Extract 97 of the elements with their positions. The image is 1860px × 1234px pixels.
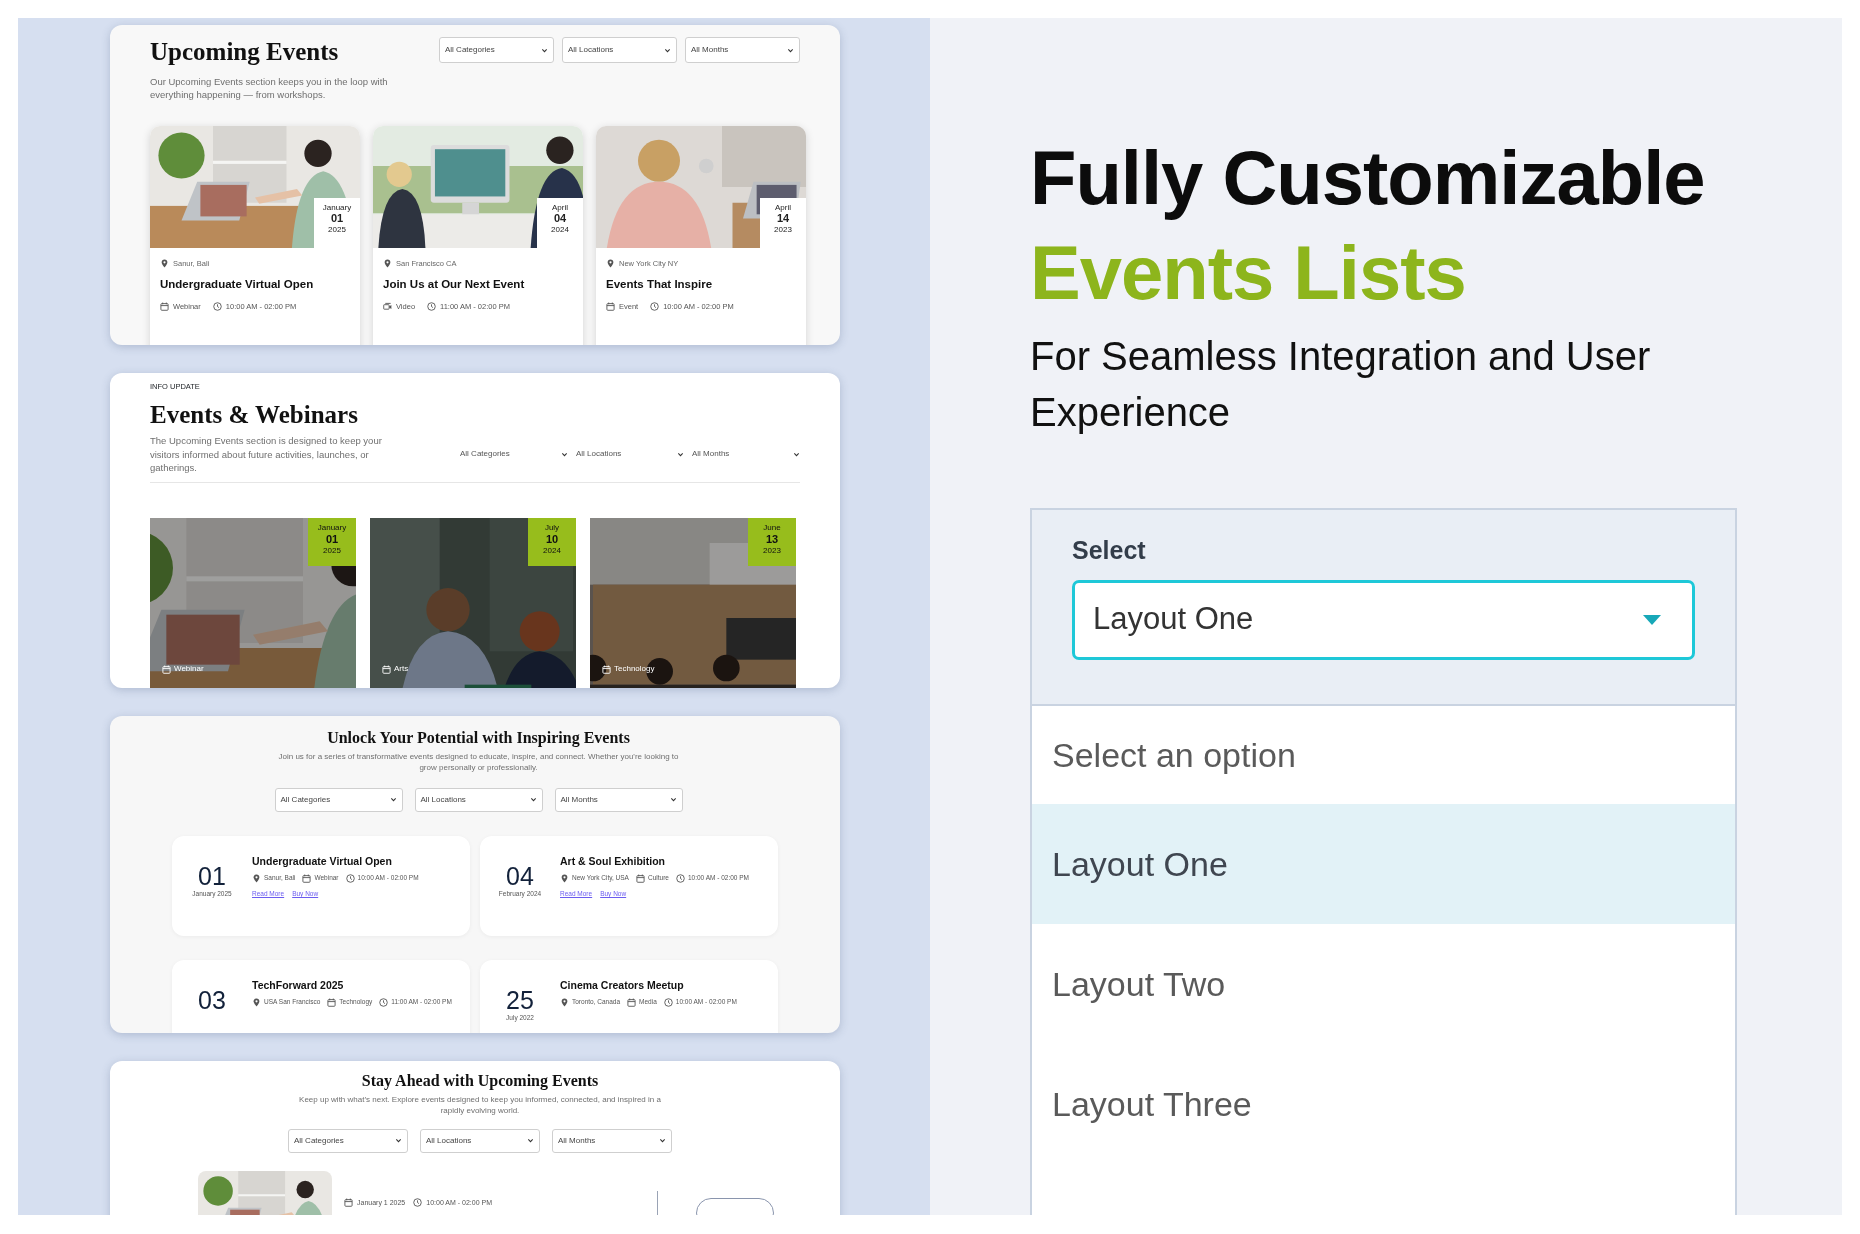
event-title: Undergraduate Virtual Open bbox=[252, 853, 393, 869]
event-title: Undergraduate Virtual Open bbox=[160, 276, 315, 292]
chevron-icon bbox=[541, 46, 548, 54]
event-day: 04 bbox=[480, 863, 560, 889]
chevron-icon bbox=[793, 450, 800, 458]
chevron-icon bbox=[669, 796, 677, 804]
calendar-icon bbox=[602, 664, 611, 674]
date-day: 14 bbox=[760, 212, 806, 226]
pin-icon bbox=[252, 873, 261, 883]
category-text: Webinar bbox=[174, 663, 204, 676]
event-title: TechForward 2025 bbox=[252, 977, 345, 993]
event-title: Join Us at Our Next Event bbox=[383, 276, 526, 292]
calendar-icon bbox=[606, 302, 615, 312]
month-dropdown[interactable]: All Months bbox=[685, 37, 800, 63]
date-month: January bbox=[322, 202, 352, 212]
date-day: 01 bbox=[314, 212, 360, 226]
date-year: 2024 bbox=[543, 545, 561, 555]
caret-icon bbox=[1642, 613, 1662, 626]
date-year: 2023 bbox=[763, 545, 781, 555]
section-description: Join us for a series of transformative events designed to educate, inspire, and connect. Whether you're looking to grow personally or professionally. bbox=[278, 751, 679, 774]
select-label: Select bbox=[1072, 535, 1147, 566]
category-dropdown[interactable]: All Categories bbox=[288, 1128, 408, 1153]
category-dropdown[interactable]: All Categories bbox=[460, 448, 568, 461]
calendar-icon bbox=[382, 664, 391, 674]
chevron-icon bbox=[529, 796, 537, 804]
chevron-icon bbox=[395, 1137, 402, 1145]
section-description: Our Upcoming Events section keeps you in the loop with everything happening — from workshops. bbox=[150, 75, 389, 102]
chevron-icon bbox=[527, 1137, 534, 1145]
date-day: 13 bbox=[748, 532, 796, 546]
date-day: 10 bbox=[528, 532, 576, 546]
month-dropdown[interactable]: All Months bbox=[692, 448, 800, 461]
calendar-icon bbox=[162, 664, 171, 674]
date-month: July bbox=[544, 523, 560, 533]
clock-icon bbox=[345, 873, 355, 883]
calendar-icon bbox=[635, 873, 645, 883]
category-text: Technology bbox=[614, 663, 655, 676]
dropdown-option[interactable]: Layout One bbox=[1032, 804, 1735, 924]
section-title: Upcoming Events bbox=[150, 37, 340, 67]
chevron-icon bbox=[561, 450, 568, 458]
chevron-icon bbox=[664, 46, 671, 54]
date-month: January bbox=[317, 523, 347, 533]
clock-icon bbox=[650, 302, 660, 312]
date-month: April bbox=[775, 202, 791, 212]
event-title: Art & Soul Exhibition bbox=[560, 853, 666, 869]
pin-icon bbox=[560, 873, 569, 883]
event-title: Cinema Creators Meetup bbox=[560, 977, 685, 993]
event-day: 01 bbox=[172, 863, 252, 889]
clock-icon bbox=[379, 997, 389, 1007]
location-dropdown[interactable]: All Locations bbox=[576, 448, 684, 461]
pin-icon bbox=[560, 997, 569, 1007]
event-title: Events That Inspire bbox=[606, 276, 714, 292]
date-year: 2023 bbox=[774, 225, 792, 235]
pin-icon bbox=[606, 258, 615, 268]
section-title: Stay Ahead with Upcoming Events bbox=[360, 1071, 600, 1091]
location-dropdown[interactable]: All Locations bbox=[562, 37, 677, 63]
location-dropdown[interactable]: All Locations bbox=[420, 1128, 540, 1153]
calendar-icon bbox=[327, 997, 337, 1007]
section-description: The Upcoming Events section is designed to keep your visitors informed about future activities, launches, or gatherings. bbox=[150, 434, 383, 475]
category-text: Arts bbox=[394, 663, 409, 676]
pin-icon bbox=[160, 258, 169, 268]
location-dropdown[interactable]: All Locations bbox=[414, 787, 543, 812]
month-dropdown[interactable]: All Months bbox=[554, 787, 683, 812]
date-year: 2025 bbox=[323, 545, 341, 555]
month-dropdown[interactable]: All Months bbox=[552, 1128, 672, 1153]
headline: Fully Customizable bbox=[1030, 134, 1706, 222]
chevron-icon bbox=[389, 796, 397, 804]
clock-icon bbox=[675, 873, 685, 883]
section-title: Unlock Your Potential with Inspiring Events bbox=[326, 728, 631, 748]
chevron-icon bbox=[677, 450, 684, 458]
clock-icon bbox=[427, 302, 437, 312]
calendar-icon bbox=[344, 1198, 353, 1208]
clock-icon bbox=[413, 1198, 423, 1208]
chevron-icon bbox=[659, 1137, 666, 1145]
pin-icon bbox=[383, 258, 392, 268]
date-month: June bbox=[763, 523, 781, 533]
date-day: 04 bbox=[537, 212, 583, 226]
date-year: 2025 bbox=[328, 225, 346, 235]
clock-icon bbox=[212, 302, 222, 312]
chevron-icon bbox=[787, 46, 794, 54]
clock-icon bbox=[663, 997, 673, 1007]
event-day: 25 bbox=[480, 987, 560, 1013]
headline-highlight: Events Lists bbox=[1030, 229, 1467, 317]
category-dropdown[interactable]: All Categories bbox=[439, 37, 554, 63]
date-month: April bbox=[552, 202, 568, 212]
date-year: 2024 bbox=[551, 225, 569, 235]
calendar-icon bbox=[160, 302, 169, 312]
layout-select[interactable]: Layout One bbox=[1072, 579, 1695, 660]
section-title: Events & Webinars bbox=[150, 400, 359, 431]
category-dropdown[interactable]: All Categories bbox=[274, 787, 403, 812]
calendar-icon bbox=[627, 997, 637, 1007]
section-description: Keep up with what’s next. Explore events designed to keep you informed, connected, and inspired in a rapidly evolving world. bbox=[298, 1094, 662, 1117]
video-icon bbox=[383, 302, 392, 312]
event-day: 03 bbox=[172, 987, 252, 1013]
subheadline: For Seamless Integration and User Experience bbox=[1030, 333, 1652, 436]
date-day: 01 bbox=[308, 532, 356, 546]
pin-icon bbox=[252, 997, 261, 1007]
calendar-icon bbox=[302, 873, 312, 883]
